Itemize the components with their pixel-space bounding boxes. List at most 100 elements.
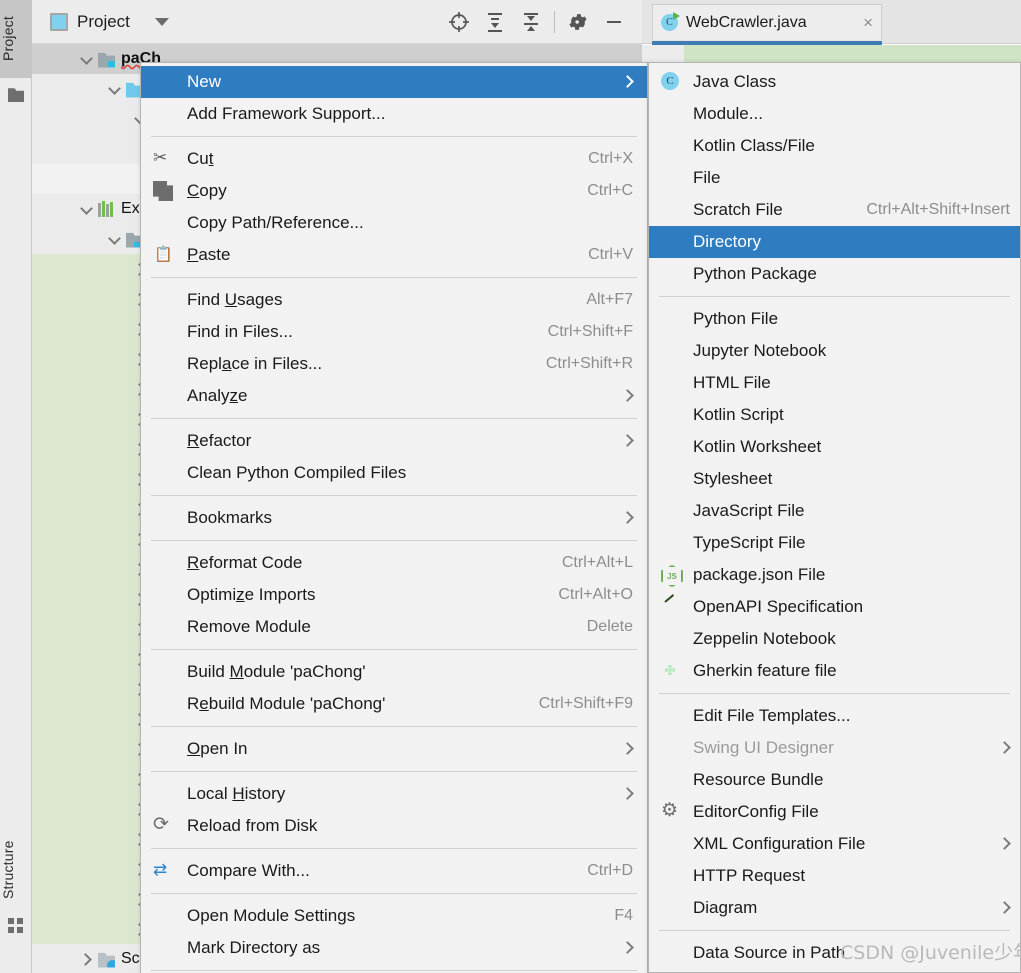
submenu-item-gherkin-feature-file[interactable]: Gherkin feature file [649,655,1020,687]
diagram-icon [661,898,681,918]
rail-tab-project[interactable]: Project [0,0,32,78]
submenu-item-html-file[interactable]: H HTML File [649,367,1020,399]
submenu-item-edit-file-templates[interactable]: Edit File Templates... [649,700,1020,732]
kotlin-file-icon [661,136,681,156]
submenu-item-java-class[interactable]: C Java Class [649,66,1020,98]
submenu-item-stylesheet[interactable]: CSS Stylesheet [649,463,1020,495]
menu-item-bookmarks[interactable]: Bookmarks [141,502,647,534]
chevron-right-icon[interactable] [78,951,94,967]
submenu-item-typescript-file[interactable]: TS TypeScript File [649,527,1020,559]
submenu-item-package-json-file[interactable]: package.json File [649,559,1020,591]
gear-icon[interactable] [560,4,596,40]
menu-item-mark-directory-as[interactable]: Mark Directory as [141,932,647,964]
chevron-down-icon[interactable] [78,51,94,67]
menu-item-open-module-settings[interactable]: Open Module Settings F4 [141,900,647,932]
menu-item-clean-python-compiled-files[interactable]: Clean Python Compiled Files [141,457,647,489]
menu-item-reformat-code[interactable]: Reformat Code Ctrl+Alt+L [141,547,647,579]
menu-item-label: Open Module Settings [187,906,356,925]
context-menu[interactable]: New Add Framework Support... Cut Ctrl+X … [140,62,648,973]
submenu-item-directory[interactable]: Directory [649,226,1020,258]
menu-item-build-module[interactable]: Build Module 'paChong' [141,656,647,688]
close-icon[interactable]: × [863,14,873,31]
submenu-item-label: Python Package [693,264,817,283]
submenu-item-swing-ui-designer: Swing UI Designer [649,732,1020,764]
submenu-item-python-package[interactable]: Python Package [649,258,1020,290]
menu-item-remove-module[interactable]: Remove Module Delete [141,611,647,643]
submenu-item-http-request[interactable]: API HTTP Request [649,860,1020,892]
blank-icon [153,72,173,92]
panel-toolbar-buttons [441,4,642,40]
menu-item-paste[interactable]: Paste Ctrl+V [141,239,647,271]
menu-item-copy-path-reference[interactable]: Copy Path/Reference... [141,207,647,239]
menu-item-refactor[interactable]: Refactor [141,425,647,457]
new-submenu[interactable]: C Java Class Module... Kotlin Class/File… [648,62,1021,973]
resource-bundle-icon [661,770,681,790]
kotlin-worksheet-icon [661,437,681,457]
menu-item-shortcut: Ctrl+C [587,182,633,199]
editor-tab-webcrawler[interactable]: C WebCrawler.java × [652,4,882,45]
menu-separator [151,970,637,971]
submenu-item-label: Kotlin Class/File [693,136,815,155]
rail-tab-structure[interactable]: Structure [0,820,32,920]
project-title-group[interactable]: Project [32,12,169,32]
menu-item-add-framework-support[interactable]: Add Framework Support... [141,98,647,130]
menu-separator [151,418,637,419]
submenu-item-jupyter-notebook[interactable]: IP Jupyter Notebook [649,335,1020,367]
menu-item-cut[interactable]: Cut Ctrl+X [141,143,647,175]
chevron-down-icon[interactable] [106,231,122,247]
submenu-item-zeppelin-notebook[interactable]: Zeppelin Notebook [649,623,1020,655]
submenu-item-diagram[interactable]: Diagram [649,892,1020,924]
chevron-right-icon [623,391,633,401]
menu-item-shortcut: Ctrl+Shift+R [545,355,633,372]
menu-item-open-in[interactable]: Open In [141,733,647,765]
submenu-item-file[interactable]: File [649,162,1020,194]
submenu-item-editorconfig-file[interactable]: EditorConfig File [649,796,1020,828]
module-icon [661,104,681,124]
minimize-icon[interactable] [596,4,632,40]
submenu-item-javascript-file[interactable]: JS JavaScript File [649,495,1020,527]
menu-item-local-history[interactable]: Local History [141,778,647,810]
submenu-item-python-file[interactable]: Python File [649,303,1020,335]
xml-config-icon: <> [661,834,681,854]
submenu-item-openapi-specification[interactable]: OpenAPI Specification [649,591,1020,623]
submenu-item-kotlin-class-file[interactable]: Kotlin Class/File [649,130,1020,162]
collapse-all-icon[interactable] [513,4,549,40]
scratches-icon [98,952,115,968]
chevron-down-icon[interactable] [78,201,94,217]
submenu-item-module[interactable]: Module... [649,98,1020,130]
chevron-right-icon [623,744,633,754]
blank-icon [153,322,173,342]
submenu-item-xml-configuration-file[interactable]: <> XML Configuration File [649,828,1020,860]
chevron-right-icon [1000,903,1010,913]
menu-item-compare-with[interactable]: Compare With... Ctrl+D [141,855,647,887]
menu-separator [659,296,1010,297]
submenu-item-label: HTML File [693,373,771,392]
menu-item-new[interactable]: New [141,66,647,98]
menu-item-label: Copy [187,181,227,200]
menu-item-label: Local History [187,784,286,803]
chevron-down-icon[interactable] [106,81,122,97]
menu-item-find-usages[interactable]: Find Usages Alt+F7 [141,284,647,316]
menu-item-replace-in-files[interactable]: Replace in Files... Ctrl+Shift+R [141,348,647,380]
project-window-icon [50,12,68,31]
submenu-item-label: Zeppelin Notebook [693,629,836,648]
menu-item-copy[interactable]: Copy Ctrl+C [141,175,647,207]
submenu-item-resource-bundle[interactable]: Resource Bundle [649,764,1020,796]
locate-icon[interactable] [441,4,477,40]
submenu-item-kotlin-script[interactable]: Kotlin Script [649,399,1020,431]
zeppelin-icon [661,629,681,649]
gherkin-icon [661,661,681,681]
menu-item-find-in-files[interactable]: Find in Files... Ctrl+Shift+F [141,316,647,348]
menu-separator [151,136,637,137]
menu-item-rebuild-module[interactable]: Rebuild Module 'paChong' Ctrl+Shift+F9 [141,688,647,720]
blank-icon [153,290,173,310]
menu-item-analyze[interactable]: Analyze [141,380,647,412]
chevron-down-icon[interactable] [154,17,169,26]
submenu-item-scratch-file[interactable]: Scratch File Ctrl+Alt+Shift+Insert [649,194,1020,226]
compare-icon [153,860,173,881]
menu-item-reload-from-disk[interactable]: Reload from Disk [141,810,647,842]
expand-all-icon[interactable] [477,4,513,40]
kotlin-script-icon [661,405,681,425]
menu-item-optimize-imports[interactable]: Optimize Imports Ctrl+Alt+O [141,579,647,611]
submenu-item-kotlin-worksheet[interactable]: Kotlin Worksheet [649,431,1020,463]
